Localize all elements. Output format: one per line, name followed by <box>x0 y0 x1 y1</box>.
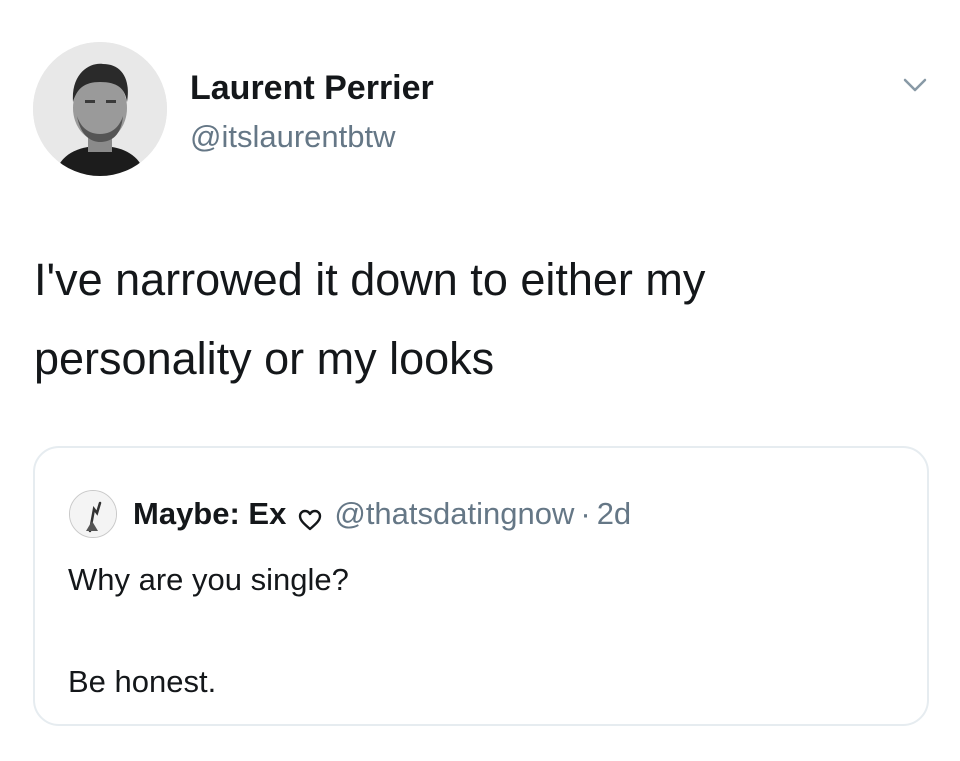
author-name[interactable]: Laurent Perrier <box>190 68 434 108</box>
profile-photo-icon <box>33 42 167 176</box>
quote-text-line: Be honest. <box>68 664 217 699</box>
quoted-tweet-card[interactable]: Maybe: Ex @thatsdatingnow · 2d Why are y… <box>33 446 929 726</box>
author-handle[interactable]: @itslaurentbtw <box>190 118 396 156</box>
tweet-text: I've narrowed it down to either my perso… <box>34 254 706 384</box>
author-avatar[interactable] <box>33 42 167 176</box>
separator-dot: · <box>580 496 591 531</box>
quote-timestamp[interactable]: 2d <box>597 496 631 532</box>
heart-outline-icon <box>298 503 322 531</box>
quote-text-line: Why are you single? <box>68 562 349 597</box>
quote-header: Maybe: Ex @thatsdatingnow · 2d <box>133 492 631 536</box>
quote-author-avatar[interactable] <box>69 490 117 538</box>
quote-author-handle[interactable]: @thatsdatingnow <box>334 496 574 532</box>
tweet: Laurent Perrier @itslaurentbtw I've narr… <box>0 0 960 761</box>
profile-photo-icon <box>70 491 116 537</box>
chevron-down-icon[interactable] <box>897 74 933 98</box>
quote-author-name[interactable]: Maybe: Ex <box>133 496 286 532</box>
